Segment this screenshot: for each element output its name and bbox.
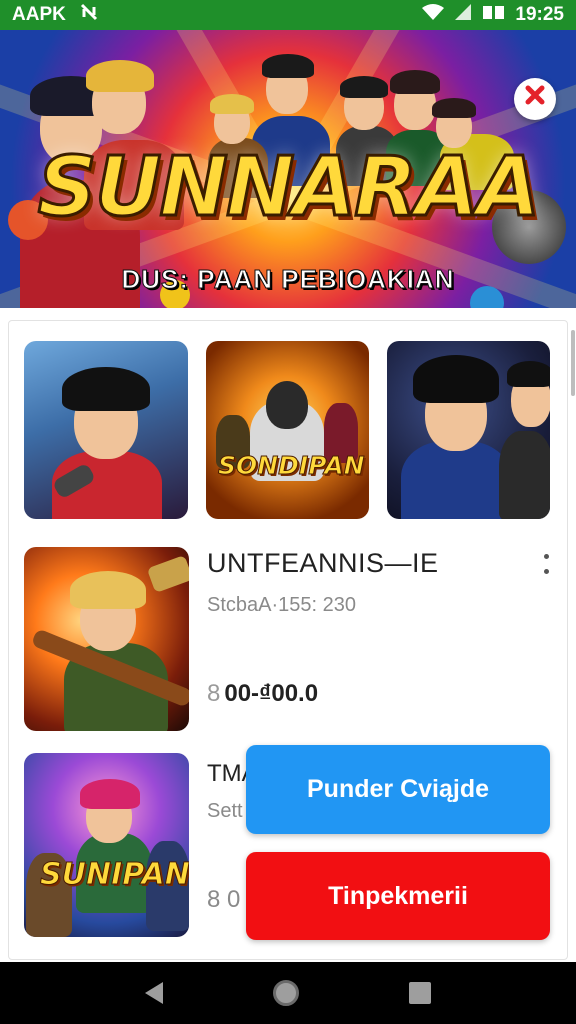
recent-apps-icon[interactable] (409, 982, 431, 1004)
secondary-button[interactable]: Tinpekmerii (246, 852, 550, 940)
banner-subtitle: DUS: PAAN PEBIOAKIAN (121, 264, 455, 295)
price-value: 00-₫00.0 (224, 680, 319, 707)
home-icon[interactable] (273, 980, 299, 1006)
app-label: AAPK (12, 4, 66, 25)
primary-button[interactable]: Punder Cviąjde (246, 745, 550, 834)
price-icon: 8 (207, 680, 221, 707)
status-bar: AAPK 19:25 (0, 0, 576, 30)
navigation-bar (0, 962, 576, 1024)
banner-title: SUNNARAA (36, 139, 541, 237)
tile-microphone[interactable] (387, 341, 550, 519)
promo-banner[interactable]: SUNNARAA DUS: PAAN PEBIOAKIAN (0, 30, 576, 308)
list-item-title[interactable]: UNTFEANNIS—IE (207, 548, 439, 579)
back-icon[interactable] (145, 982, 163, 1004)
tile-sondipan[interactable]: SONDIPAN (206, 341, 369, 519)
wifi-icon (421, 3, 445, 27)
list-item-price: 8 0 (207, 886, 241, 913)
list-item-price: 8 00-₫00.0 (207, 680, 318, 708)
close-button[interactable] (514, 78, 556, 120)
list-item-subtitle: Sett (207, 800, 243, 822)
close-icon (522, 82, 548, 116)
list-item-image[interactable]: SUNIPAN (24, 753, 189, 937)
scroll-thumb[interactable] (571, 330, 575, 396)
scrollbar[interactable] (570, 320, 576, 960)
tile-art-text: SUNIPAN (40, 857, 189, 893)
tile-singer[interactable] (24, 341, 188, 519)
list-item-subtitle: StcbaA·155: 230 (207, 594, 356, 616)
tile-art-text: SONDIPAN (218, 451, 366, 481)
more-vertical-icon[interactable] (540, 554, 552, 574)
list-item-image[interactable] (24, 547, 189, 731)
signal-icon (453, 3, 473, 27)
notification-icon (80, 3, 98, 27)
status-time: 19:25 (515, 4, 564, 25)
battery-icon (481, 3, 507, 27)
